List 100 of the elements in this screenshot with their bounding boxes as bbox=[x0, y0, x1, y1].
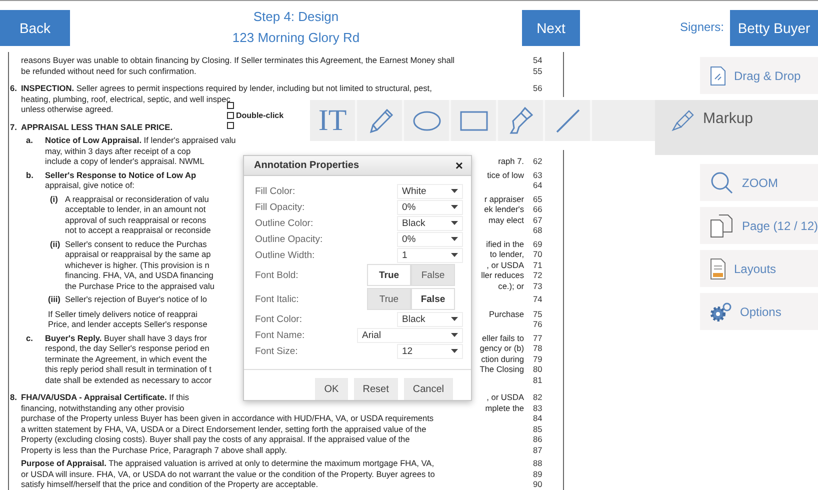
list-marker: b. bbox=[26, 170, 34, 180]
document-line: FHA/VA/USDA - Appraisal Certificate. If this bbox=[21, 392, 189, 402]
line-number: 74 bbox=[533, 294, 542, 304]
dropdown[interactable]: Arial bbox=[357, 328, 463, 342]
document-line: purchase of the Property unless Buyer has been given in accordance with HUD/FHA, VA, or USDA requirements bbox=[21, 413, 434, 424]
line-number: 79 bbox=[533, 354, 542, 364]
dialog-button[interactable]: Cancel bbox=[404, 378, 453, 400]
document-line: include a copy of lender's appraisal. NWML bbox=[45, 156, 204, 166]
line-number: 90 bbox=[533, 479, 542, 489]
document-line: APPRAISAL LESS THAN SALE PRICE. bbox=[21, 122, 173, 132]
line-number: 62 bbox=[533, 156, 542, 166]
document-line: raph 7. bbox=[498, 156, 524, 166]
document-line: heating, plumbing, roof, electrical, septic, and well inspec bbox=[21, 94, 230, 104]
document-line: this reply period shall result in termination of t bbox=[45, 364, 212, 374]
signers-label: Signers: bbox=[680, 20, 724, 34]
line-number: 56 bbox=[533, 83, 542, 93]
signer-button[interactable]: Betty Buyer bbox=[730, 10, 818, 46]
dropdown[interactable]: Black bbox=[397, 216, 463, 230]
list-marker: 7. bbox=[10, 122, 18, 132]
document-line: acceptable to lender, in an amount not bbox=[65, 204, 206, 214]
line-number: 55 bbox=[533, 66, 542, 76]
line-number: 68 bbox=[533, 225, 542, 235]
field-label: Outline Width: bbox=[255, 250, 315, 260]
list-marker: a. bbox=[26, 135, 34, 146]
field-label: Font Bold: bbox=[255, 270, 298, 280]
document-line: may, within 3 days after receipt of a cop bbox=[45, 146, 191, 156]
markup-tab[interactable]: Markup bbox=[655, 100, 818, 155]
dialog-button[interactable]: Reset bbox=[354, 378, 398, 400]
document-icon bbox=[710, 66, 726, 86]
dropdown[interactable]: 1 bbox=[397, 248, 463, 262]
line-number: 70 bbox=[533, 249, 542, 259]
line-number: 76 bbox=[533, 319, 542, 329]
line-number: 80 bbox=[533, 364, 542, 374]
next-button[interactable]: Next bbox=[522, 10, 580, 46]
line-number: 87 bbox=[533, 444, 542, 454]
field-label: Fill Opacity: bbox=[255, 202, 305, 212]
dropdown[interactable]: 12 bbox=[397, 344, 463, 358]
line-number: 69 bbox=[533, 238, 542, 248]
document-line: Property is less than the Purchase Price, Paragraph 7 above shall apply. bbox=[21, 444, 287, 455]
document-line: Purpose of Appraisal. The appraised valuation is arrived at only to determine the maximum mortgage FHA, VA, bbox=[21, 458, 434, 468]
document-line: financing, notwithstanding any other provisio bbox=[21, 402, 184, 413]
rectangle-tool-icon[interactable] bbox=[458, 110, 488, 132]
document-line: r appraiser bbox=[484, 194, 524, 204]
back-button[interactable]: Back bbox=[0, 10, 70, 46]
document-line: Notice of Low Appraisal. If lender's appraised valu bbox=[45, 135, 236, 146]
document-line: Price, and lender accepts Seller's response bbox=[48, 319, 208, 330]
dropdown-caret-icon bbox=[451, 237, 458, 241]
document-line: be refunded without need for such confirmation. bbox=[21, 66, 196, 76]
document-line: unless otherwise agreed. bbox=[21, 104, 114, 114]
document-line: Property (excluding closing costs). Buyer shall pay the costs of any appraisal. If the appraised value of the bbox=[21, 434, 410, 444]
dropdown[interactable]: White bbox=[397, 184, 463, 198]
document-line: eller fails to bbox=[482, 332, 524, 343]
ellipse-tool-icon[interactable] bbox=[412, 110, 442, 132]
annotation-text[interactable]: Double-click bbox=[236, 111, 284, 120]
line-tool-icon[interactable] bbox=[554, 106, 582, 134]
document-line: ek lender's bbox=[484, 204, 524, 214]
toggle-option[interactable]: False bbox=[411, 264, 455, 286]
highlighter-tool-icon[interactable] bbox=[506, 106, 534, 136]
line-number: 78 bbox=[533, 343, 542, 353]
dialog-button[interactable]: OK bbox=[315, 378, 348, 400]
line-number: 66 bbox=[533, 204, 542, 214]
document-line: Buyer's Reply. Buyer shall have 3 days fror bbox=[45, 332, 207, 343]
line-number: 77 bbox=[533, 332, 542, 342]
toggle-option[interactable]: True bbox=[367, 288, 411, 310]
document-line: ller reduces bbox=[481, 270, 524, 280]
document-line: , or USDA bbox=[486, 260, 524, 270]
document-line: approval of such reappraisal or recons bbox=[65, 214, 206, 225]
line-number: 54 bbox=[533, 55, 542, 65]
document-line: whichever is higher. (This provision is n bbox=[65, 260, 210, 270]
document-line: appraisal or reappraisal by the same ap bbox=[65, 249, 211, 260]
gears-icon bbox=[710, 302, 732, 322]
line-number: 71 bbox=[533, 260, 542, 270]
document-line: Seller's consent to reduce the Purchas bbox=[65, 238, 207, 249]
document-line: not to accept a reappraisal or reconside bbox=[65, 225, 211, 236]
layout-document-icon bbox=[710, 258, 726, 280]
dialog-title: Annotation Properties bbox=[254, 160, 360, 171]
dropdown-caret-icon bbox=[451, 317, 458, 321]
field-label: Fill Color: bbox=[255, 186, 296, 196]
dropdown[interactable]: Black bbox=[397, 312, 463, 326]
toggle-option[interactable]: True bbox=[367, 264, 411, 286]
document-line: date shall be extended as necessary to accor bbox=[45, 374, 212, 385]
document-line: to lender, bbox=[490, 249, 524, 260]
toggle-option[interactable]: False bbox=[411, 288, 455, 310]
line-number: 73 bbox=[533, 280, 542, 290]
line-number: 64 bbox=[533, 180, 542, 190]
field-label: Font Italic: bbox=[255, 294, 299, 304]
document-line: or USDA will insure. FHA, VA, or USDA do not warrant the value or the condition of the Property. Buyer agrees to bbox=[21, 468, 435, 479]
document-line: a written statement by FHA, VA, USDA or a Direct Endorsement lender, setting forth the appraised value of the bbox=[21, 424, 426, 434]
document-line: respond, the day Seller's response period en bbox=[45, 343, 210, 354]
field-label: Font Color: bbox=[255, 314, 302, 324]
document-line: ified in the bbox=[486, 238, 524, 249]
property-address: 123 Morning Glory Rd bbox=[232, 30, 360, 44]
line-number: 72 bbox=[533, 270, 542, 280]
line-number: 86 bbox=[533, 434, 542, 444]
line-number: 83 bbox=[533, 402, 542, 412]
line-number: 84 bbox=[533, 413, 542, 423]
dropdown[interactable]: 0% bbox=[397, 200, 463, 214]
document-line: reasons Buyer was unable to obtain financing by Closing. If Seller terminates this Agreement, the Earnest Money shall bbox=[21, 55, 455, 66]
close-button[interactable]: × bbox=[455, 158, 463, 173]
dropdown[interactable]: 0% bbox=[397, 232, 463, 246]
